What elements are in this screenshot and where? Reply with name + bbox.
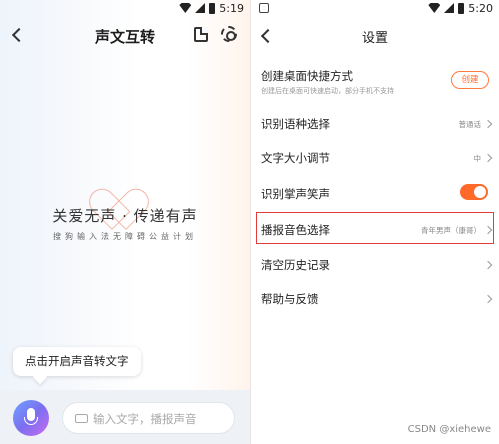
setting-voice-timbre[interactable]: 播报音色选择 青年男声（康哥） <box>251 222 499 242</box>
mic-button[interactable] <box>13 400 49 436</box>
status-bar: 5:19 <box>0 0 250 16</box>
status-bar: 5:20 <box>251 0 499 16</box>
gear-icon[interactable] <box>221 26 237 42</box>
microphone-icon <box>24 408 38 425</box>
setting-applause-detection: 识别掌声笑声 <box>251 184 499 206</box>
text-input-box[interactable] <box>62 402 235 434</box>
setting-clear-history[interactable]: 清空历史记录 <box>251 257 499 277</box>
setting-language[interactable]: 识别语种选择 普通话 <box>251 116 499 136</box>
voice-text-screen: 5:19 声文互转 关爱无声 · 传递有声 搜狗输入法无障碍公益计划 点击开启声… <box>0 0 250 444</box>
toggle-knob <box>474 186 486 198</box>
signal-icon <box>195 3 206 13</box>
setting-font-size[interactable]: 文字大小调节 中 <box>251 150 499 170</box>
setting-label: 清空历史记录 <box>261 258 330 272</box>
settings-screen: 5:20 设置 创建桌面快捷方式 创建后在桌面可快速启动，部分手机不支持 创建 … <box>251 0 499 444</box>
applause-toggle[interactable] <box>460 184 488 200</box>
image-notification-icon <box>259 3 269 13</box>
setting-label: 识别掌声笑声 <box>261 187 330 201</box>
status-time: 5:20 <box>468 1 493 15</box>
setting-label: 文字大小调节 <box>261 151 330 165</box>
chevron-right-icon <box>483 225 493 235</box>
document-icon[interactable] <box>194 27 208 42</box>
setting-value: 中 <box>473 154 482 163</box>
setting-label: 识别语种选择 <box>261 117 330 131</box>
battery-icon <box>209 2 216 14</box>
keyboard-icon <box>75 414 88 423</box>
header: 声文互转 <box>0 22 250 48</box>
status-time: 5:19 <box>219 1 244 15</box>
signal-icon <box>444 3 455 13</box>
wifi-icon <box>428 3 441 13</box>
setting-label: 帮助与反馈 <box>261 292 319 306</box>
chevron-right-icon <box>483 119 493 129</box>
setting-description: 创建后在桌面可快速启动，部分手机不支持 <box>261 87 394 95</box>
page-title: 设置 <box>361 31 388 46</box>
chevron-right-icon <box>483 153 493 163</box>
text-input[interactable] <box>93 409 228 429</box>
voice-tooltip: 点击开启声音转文字 <box>13 347 141 376</box>
wifi-icon <box>179 3 192 13</box>
create-button[interactable]: 创建 <box>451 71 489 89</box>
chevron-right-icon <box>483 260 493 270</box>
page-title: 声文互转 <box>94 28 155 46</box>
watermark: CSDN @xiehewe <box>407 424 491 435</box>
slogan: 关爱无声 · 传递有声 <box>52 207 198 225</box>
header: 设置 <box>251 22 499 48</box>
setting-value: 普通话 <box>458 120 482 129</box>
setting-create-shortcut[interactable]: 创建桌面快捷方式 创建后在桌面可快速启动，部分手机不支持 创建 <box>251 68 499 104</box>
setting-value: 青年男声（康哥） <box>421 226 481 235</box>
setting-label: 播报音色选择 <box>261 223 330 237</box>
chevron-right-icon <box>483 294 493 304</box>
setting-help-feedback[interactable]: 帮助与反馈 <box>251 291 499 311</box>
setting-label: 创建桌面快捷方式 <box>261 69 353 83</box>
battery-icon <box>458 2 465 14</box>
slogan-subtitle: 搜狗输入法无障碍公益计划 <box>53 232 197 241</box>
